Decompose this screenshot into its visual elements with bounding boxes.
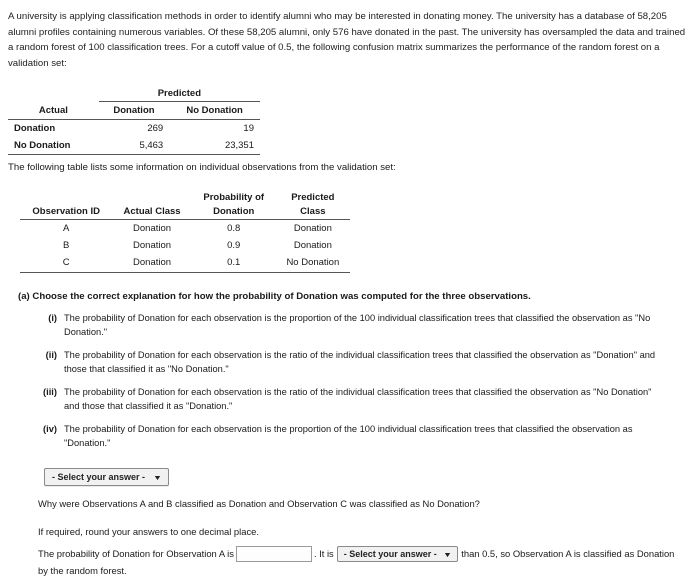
answer-line-suffix: than 0.5, so Observation A is classified… bbox=[461, 548, 675, 560]
cm-corner-blank bbox=[8, 85, 99, 102]
answer-line-prefix: The probability of Donation for Observat… bbox=[38, 548, 234, 560]
choice-i-number: (i) bbox=[48, 313, 57, 324]
sub-question-text: Why were Observations A and B classified… bbox=[38, 497, 480, 509]
mid-text: The following table lists some informati… bbox=[8, 162, 396, 174]
obs-row-b-predicted: Donation bbox=[293, 240, 332, 252]
obs-col-actual-class: Actual Class bbox=[112, 203, 192, 221]
document-page: A university is applying classification … bbox=[0, 0, 700, 576]
observations-table: Probability of Predicted Observation ID … bbox=[20, 189, 350, 274]
obs-blank-1 bbox=[20, 189, 112, 203]
table-row: B Donation 0.9 Donation bbox=[20, 237, 350, 254]
cm-row-label-donation: Donation bbox=[14, 123, 56, 135]
intro-text: A university is applying classification … bbox=[8, 11, 686, 69]
question-a-label: (a) bbox=[18, 291, 30, 303]
obs-row-b-prob: 0.9 bbox=[227, 240, 241, 252]
cm-cell-fn: 19 bbox=[243, 123, 254, 135]
rounding-note: If required, round your answers to one d… bbox=[38, 525, 259, 537]
confusion-matrix: Predicted Actual Donation No Donation Do… bbox=[8, 85, 260, 156]
choice-ii-number: (ii) bbox=[45, 350, 57, 360]
cm-column-header-row: Actual Donation No Donation bbox=[8, 101, 260, 121]
obs-group-prob-of: Probability of bbox=[203, 192, 265, 204]
choice-iv: (iv) The probability of Donation for eac… bbox=[40, 423, 660, 451]
cm-group-header-row: Predicted bbox=[8, 85, 260, 103]
obs-row-a-predicted: Donation bbox=[293, 223, 332, 235]
comparison-select[interactable]: - Select your answer - ▼ bbox=[336, 545, 459, 562]
obs-row-b-id: B bbox=[62, 240, 70, 252]
choice-ii: (ii) The probability of Donation for eac… bbox=[40, 349, 660, 377]
obs-col-predicted-class: Class bbox=[275, 203, 350, 221]
cm-cell-fp: 5,463 bbox=[98, 137, 170, 156]
table-row: No Donation 5,463 23,351 bbox=[8, 137, 260, 156]
choice-iii-number: (iii) bbox=[43, 386, 57, 397]
obs-col-observation-id: Observation ID bbox=[20, 203, 113, 221]
table-row: Donation 269 19 bbox=[8, 120, 260, 138]
probability-input[interactable] bbox=[235, 545, 312, 562]
chevron-down-icon: ▼ bbox=[443, 551, 453, 559]
question-a-choices: (i) The probability of Donation for each… bbox=[40, 312, 660, 451]
cm-col-no-donation: No Donation bbox=[169, 101, 260, 121]
obs-header-row: Observation ID Actual Class Donation Cla… bbox=[20, 203, 350, 221]
table-row: A Donation 0.8 Donation bbox=[20, 220, 350, 238]
confusion-matrix-table: Predicted Actual Donation No Donation Do… bbox=[8, 85, 260, 156]
cm-cell-tp: 269 bbox=[147, 123, 164, 135]
choice-iv-number: (iv) bbox=[43, 423, 57, 434]
intro-paragraph: A university is applying classification … bbox=[0, 0, 700, 71]
answer-line-middle: . It is bbox=[313, 548, 334, 560]
obs-col-donation-prob: Donation bbox=[191, 203, 276, 221]
obs-row-a-prob: 0.8 bbox=[227, 223, 241, 235]
obs-row-a-id: A bbox=[62, 223, 70, 235]
obs-row-c-id: C bbox=[20, 254, 113, 274]
obs-row-b-actual: Donation bbox=[133, 240, 172, 252]
chevron-down-icon: ▼ bbox=[152, 474, 162, 482]
observations-table-element: Probability of Predicted Observation ID … bbox=[20, 189, 350, 274]
cm-col-donation: Donation bbox=[98, 101, 170, 121]
comparison-select-label: - Select your answer - bbox=[343, 548, 437, 559]
answer-select-a-label: - Select your answer - bbox=[52, 471, 146, 482]
cm-cell-tn: 23,351 bbox=[169, 137, 260, 156]
obs-group-predicted: Predicted bbox=[291, 192, 335, 204]
choice-i-text: The probability of Donation for each obs… bbox=[64, 313, 651, 338]
choice-ii-text: The probability of Donation for each obs… bbox=[64, 350, 656, 374]
obs-row-c-prob: 0.1 bbox=[191, 254, 276, 274]
choice-i: (i) The probability of Donation for each… bbox=[40, 312, 660, 340]
answer-select-a[interactable]: - Select your answer - ▼ bbox=[44, 467, 169, 486]
cm-row-label-no-donation: No Donation bbox=[8, 137, 99, 156]
obs-row-c-actual: Donation bbox=[112, 254, 192, 274]
obs-group-header-row: Probability of Predicted bbox=[20, 189, 350, 203]
table-row: C Donation 0.1 No Donation bbox=[20, 254, 350, 274]
choice-iii: (iii) The probability of Donation for ea… bbox=[40, 386, 660, 414]
obs-row-c-predicted: No Donation bbox=[275, 254, 350, 274]
choice-iv-text: The probability of Donation for each obs… bbox=[64, 423, 633, 448]
question-a-text: Choose the correct explanation for how t… bbox=[32, 291, 531, 303]
cm-predicted-header: Predicted bbox=[98, 85, 260, 103]
cm-actual-header: Actual bbox=[8, 101, 99, 121]
answer-line-b: The probability of Donation for Observat… bbox=[38, 545, 700, 562]
obs-row-a-actual: Donation bbox=[133, 223, 172, 235]
choice-iii-text: The probability of Donation for each obs… bbox=[64, 386, 652, 411]
answer-line-tail: by the random forest. bbox=[38, 564, 127, 576]
obs-blank-2 bbox=[112, 189, 191, 203]
question-a: (a) Choose the correct explanation for h… bbox=[18, 291, 700, 302]
